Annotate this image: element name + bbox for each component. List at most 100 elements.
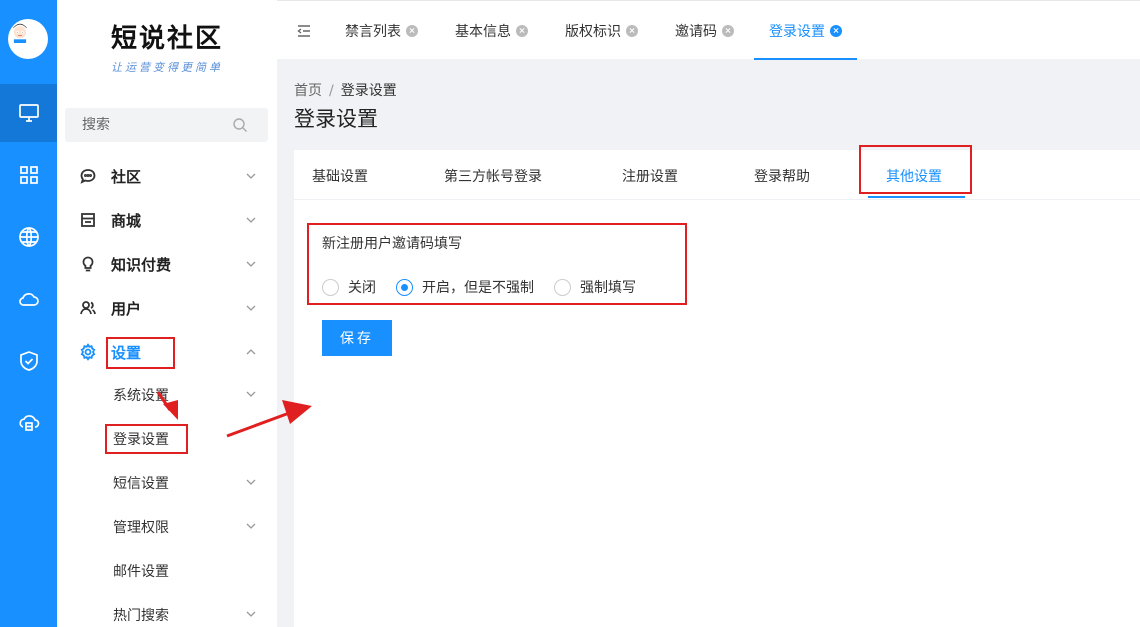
tab-invite-code[interactable]: 邀请码 [675,1,734,60]
close-icon[interactable] [722,24,734,37]
tab-other-settings[interactable]: 其他设置 [886,166,942,186]
radio-on-optional[interactable]: 开启，但是不强制 [396,277,534,297]
close-icon[interactable] [626,24,638,37]
rail-cloud-server[interactable] [0,394,57,452]
tab-basic-info[interactable]: 基本信息 [455,1,528,60]
sidebar-subitem-label: 邮件设置 [113,564,169,580]
sidebar-subitem-label: 系统设置 [113,388,169,404]
chevron-down-icon [245,258,257,270]
tab-label: 禁言列表 [345,23,401,40]
search-box [65,108,268,142]
radio-off[interactable]: 关闭 [322,277,376,297]
logo-subtitle: 让运营变得更简单 [111,61,223,74]
chevron-down-icon [245,608,257,620]
breadcrumb: 首页 / 登录设置 [294,80,397,100]
radio-label: 关闭 [348,280,376,296]
sidebar: 短说社区 让运营变得更简单 社区 商城 知识付费 用户 设置 系统设置 登录设置… [57,0,277,627]
sidebar-item-label: 社区 [111,167,142,186]
users-icon [79,299,97,317]
sidebar-subitem-permissions[interactable]: 管理权限 [57,504,277,548]
page-title: 登录设置 [294,107,378,131]
sidebar-subitem-system-settings[interactable]: 系统设置 [57,372,277,416]
chevron-down-icon [245,170,257,182]
rail-globe[interactable] [0,208,57,266]
cloud-icon [18,293,39,306]
rail-shield[interactable] [0,332,57,390]
close-icon[interactable] [516,24,528,37]
invite-code-field-label: 新注册用户邀请码填写 [322,236,462,252]
rail-monitor[interactable] [0,84,57,142]
chat-bubble-icon [79,167,97,185]
chevron-down-icon [245,388,257,400]
radio-required[interactable]: 强制填写 [554,277,636,297]
radio-circle[interactable] [322,278,339,296]
globe-icon [18,227,39,247]
sidebar-item-users[interactable]: 用户 [57,286,277,330]
icon-rail [0,0,57,627]
close-icon[interactable] [406,24,418,37]
search-icon[interactable] [232,117,248,133]
close-icon[interactable] [830,24,842,37]
sidebar-subitem-sms-settings[interactable]: 短信设置 [57,460,277,504]
tab-login-help[interactable]: 登录帮助 [754,166,810,186]
tab-label: 版权标识 [565,23,621,40]
breadcrumb-home[interactable]: 首页 [294,83,322,99]
breadcrumb-separator: / [329,83,334,99]
tab-label: 邀请码 [675,23,717,40]
active-tab-indicator [868,196,965,198]
save-button[interactable]: 保存 [322,320,392,356]
sidebar-subitem-login-settings[interactable]: 登录设置 [57,416,277,460]
sidebar-subitem-label: 短信设置 [113,476,169,492]
sidebar-subitem-label: 登录设置 [113,432,169,448]
monitor-icon [18,104,39,122]
sidebar-subitem-label: 管理权限 [113,520,169,536]
settings-tabs: 基础设置 第三方帐号登录 注册设置 登录帮助 其他设置 [294,150,1140,200]
sidebar-subitem-hot-search[interactable]: 热门搜索 [57,592,277,627]
sidebar-item-label: 商城 [111,211,142,230]
radio-circle[interactable] [554,278,571,296]
chevron-down-icon [245,476,257,488]
sidebar-item-label: 知识付费 [111,255,172,274]
sidebar-item-paid-knowledge[interactable]: 知识付费 [57,242,277,286]
tab-copyright[interactable]: 版权标识 [565,1,638,60]
sidebar-item-community[interactable]: 社区 [57,154,277,198]
rail-cloud[interactable] [0,270,57,328]
logo-title: 短说社区 [110,24,223,54]
sidebar-subitem-label: 热门搜索 [113,608,169,624]
grid-icon [19,166,38,184]
radio-label: 开启，但是不强制 [422,280,534,296]
collapse-menu-button[interactable] [296,23,312,39]
rail-apps[interactable] [0,146,57,204]
top-tab-bar: 禁言列表 基本信息 版权标识 邀请码 登录设置 [277,0,1140,60]
tab-label: 基本信息 [455,23,511,40]
tab-login-settings[interactable]: 登录设置 [754,1,857,60]
tab-register-settings[interactable]: 注册设置 [622,166,678,186]
lightbulb-icon [79,255,97,273]
indent-icon [297,25,310,37]
gear-icon [79,343,97,361]
user-avatar[interactable] [8,19,48,59]
sidebar-item-settings[interactable]: 设置 [57,330,277,374]
sidebar-subitem-mail-settings[interactable]: 邮件设置 [57,548,277,592]
invite-code-radio-group: 关闭 开启，但是不强制 强制填写 [322,277,656,297]
settings-card: 基础设置 第三方帐号登录 注册设置 登录帮助 其他设置 新注册用户邀请码填写 关… [294,150,1140,627]
tab-mute-list[interactable]: 禁言列表 [345,1,418,60]
chevron-up-icon [245,346,257,358]
store-icon [79,211,97,229]
sidebar-item-shop[interactable]: 商城 [57,198,277,242]
chevron-down-icon [245,302,257,314]
shield-check-icon [19,351,38,371]
radio-circle[interactable] [396,278,413,296]
tab-basic-settings[interactable]: 基础设置 [312,166,368,186]
breadcrumb-current: 登录设置 [340,83,397,99]
chevron-down-icon [245,520,257,532]
radio-label: 强制填写 [580,280,636,296]
sidebar-item-label: 设置 [111,343,142,362]
brand-logo[interactable]: 短说社区 让运营变得更简单 [57,18,277,75]
chevron-down-icon [245,214,257,226]
cloud-server-icon [18,415,39,431]
tab-third-party-login[interactable]: 第三方帐号登录 [444,166,542,186]
tab-label: 登录设置 [769,23,825,40]
sidebar-item-label: 用户 [111,299,142,318]
avatar-face-icon [12,22,28,45]
